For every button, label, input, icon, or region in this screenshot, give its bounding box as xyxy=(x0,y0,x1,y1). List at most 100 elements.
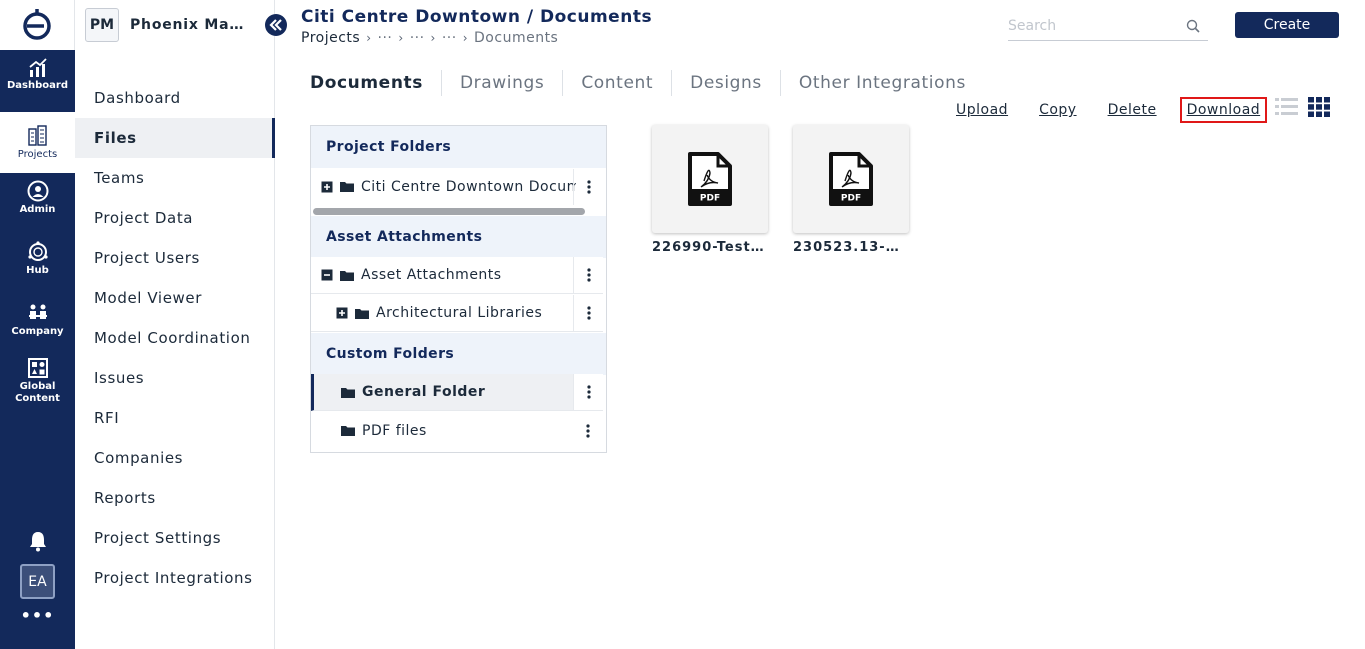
breadcrumb-item[interactable]: Projects xyxy=(301,30,360,46)
rail-label: Global Content xyxy=(15,381,60,404)
view-toggle xyxy=(1275,97,1330,117)
nav-item-reports[interactable]: Reports xyxy=(75,478,275,518)
kebab-menu-icon[interactable] xyxy=(573,295,603,331)
pdf-file-icon: PDF xyxy=(688,152,732,206)
folder-icon xyxy=(341,387,355,398)
nav-item-issues[interactable]: Issues xyxy=(75,358,275,398)
chevron-right-icon: › xyxy=(462,31,469,45)
nav-item-project-users[interactable]: Project Users xyxy=(75,238,275,278)
nav-item-model-viewer[interactable]: Model Viewer xyxy=(75,278,275,318)
tab-designs[interactable]: Designs xyxy=(671,70,780,96)
horizontal-scrollbar[interactable] xyxy=(313,208,585,215)
chevron-right-icon: › xyxy=(430,31,436,45)
nav-item-project-settings[interactable]: Project Settings xyxy=(75,518,275,558)
tree-row-label: PDF files xyxy=(362,422,427,439)
page-title: Citi Centre Downtown / Documents xyxy=(301,7,653,27)
kebab-menu-icon[interactable] xyxy=(573,168,603,205)
file-thumbnail[interactable]: PDF xyxy=(652,125,768,233)
grid-view-icon[interactable] xyxy=(1308,97,1330,117)
breadcrumb-current: Documents xyxy=(474,30,559,46)
search-icon[interactable] xyxy=(1186,19,1200,33)
nav-item-companies[interactable]: Companies xyxy=(75,438,275,478)
more-menu-icon[interactable]: ••• xyxy=(0,606,75,625)
tree-row-label: Architectural Libraries xyxy=(376,305,543,321)
project-nav: PM Phoenix Mark… Dashboard Files Teams P… xyxy=(75,0,275,649)
rail-label: Hub xyxy=(26,265,49,276)
breadcrumb-item[interactable]: ··· xyxy=(410,30,425,46)
file-type-label: PDF xyxy=(700,194,720,204)
bell-icon xyxy=(29,532,46,552)
breadcrumb: Projects › ··· › ··· › ··· › Documents xyxy=(301,30,558,46)
tree-row[interactable]: Asset Attachments xyxy=(311,257,603,294)
expand-plus-icon[interactable] xyxy=(336,307,348,319)
avatar[interactable]: EA xyxy=(20,564,55,599)
folder-icon xyxy=(355,308,369,319)
project-badge: PM xyxy=(85,8,119,42)
file-card[interactable]: PDF 226990-TestI… xyxy=(652,125,768,255)
rail-company[interactable]: Company xyxy=(0,302,75,338)
file-thumbnail[interactable]: PDF xyxy=(793,125,909,233)
list-view-icon[interactable] xyxy=(1275,97,1298,117)
rail-label: Projects xyxy=(17,148,58,160)
project-name: Phoenix Mark… xyxy=(130,17,245,33)
folder-icon xyxy=(341,425,355,436)
copy-link[interactable]: Copy xyxy=(1039,102,1077,118)
collapse-nav-button[interactable] xyxy=(265,14,287,36)
hub-globe-icon xyxy=(27,241,48,261)
notifications-button[interactable] xyxy=(0,530,75,554)
kebab-menu-icon[interactable] xyxy=(573,413,603,449)
tree-row-label: Citi Centre Downtown Documents xyxy=(361,178,576,195)
nav-item-teams[interactable]: Teams xyxy=(75,158,275,198)
file-type-label: PDF xyxy=(841,194,861,204)
tab-other-integrations[interactable]: Other Integrations xyxy=(779,70,984,96)
kebab-menu-icon[interactable] xyxy=(573,257,603,293)
nav-item-rfi[interactable]: RFI xyxy=(75,398,275,438)
tree-row[interactable]: Citi Centre Downtown Documents xyxy=(311,168,603,205)
global-rail: Dashboard Projects Admin Hub Company Glo… xyxy=(0,0,75,649)
rail-admin[interactable]: Admin xyxy=(0,180,75,216)
tab-content[interactable]: Content xyxy=(562,70,671,96)
nav-item-project-data[interactable]: Project Data xyxy=(75,198,275,238)
collapse-minus-icon[interactable] xyxy=(321,269,333,281)
rail-label: Dashboard xyxy=(7,80,68,91)
tab-documents[interactable]: Documents xyxy=(310,70,441,96)
tab-drawings[interactable]: Drawings xyxy=(440,70,562,96)
file-tabs: Documents Drawings Content Designs Other… xyxy=(310,70,984,96)
create-button[interactable]: Create xyxy=(1235,12,1339,38)
tree-row[interactable]: PDF files xyxy=(311,412,603,449)
custom-folders-heading: Custom Folders xyxy=(311,333,606,375)
chevron-right-icon: › xyxy=(398,31,404,45)
project-nav-list: Dashboard Files Teams Project Data Proje… xyxy=(75,78,275,598)
rail-label: Admin xyxy=(19,204,56,215)
kebab-menu-icon[interactable] xyxy=(573,374,603,410)
tree-row[interactable]: Architectural Libraries xyxy=(311,295,603,332)
upload-link[interactable]: Upload xyxy=(956,102,1008,118)
nav-item-dashboard[interactable]: Dashboard xyxy=(75,78,275,118)
folder-icon xyxy=(340,181,354,192)
nav-item-files[interactable]: Files xyxy=(75,118,275,158)
rail-hub[interactable]: Hub xyxy=(0,241,75,277)
tree-row-selected[interactable]: General Folder xyxy=(311,374,603,411)
project-switcher[interactable]: PM Phoenix Mark… xyxy=(85,8,245,42)
expand-plus-icon[interactable] xyxy=(321,181,333,193)
delete-link[interactable]: Delete xyxy=(1108,102,1157,118)
nav-item-model-coordination[interactable]: Model Coordination xyxy=(75,318,275,358)
folder-icon xyxy=(340,270,354,281)
double-chevron-left-icon xyxy=(269,19,282,31)
app-logo[interactable] xyxy=(0,0,75,50)
file-card[interactable]: PDF 230523.13-B… xyxy=(793,125,909,255)
asset-attachments-heading: Asset Attachments xyxy=(311,216,606,258)
breadcrumb-item[interactable]: ··· xyxy=(442,30,457,46)
search-input[interactable] xyxy=(1008,13,1178,39)
rail-global-content[interactable]: Global Content xyxy=(0,357,75,405)
folder-tree: Project Folders Citi Centre Downtown Doc… xyxy=(310,125,607,453)
search-box xyxy=(1008,13,1208,41)
download-link[interactable]: Download xyxy=(1179,97,1268,123)
nav-item-project-integrations[interactable]: Project Integrations xyxy=(75,558,275,598)
rail-dashboard[interactable]: Dashboard xyxy=(0,58,75,92)
global-content-icon xyxy=(27,358,48,378)
file-name: 226990-TestI… xyxy=(652,240,768,255)
breadcrumb-item[interactable]: ··· xyxy=(378,30,393,46)
rail-projects[interactable]: Projects xyxy=(0,112,75,173)
chevron-right-icon: › xyxy=(366,31,372,45)
